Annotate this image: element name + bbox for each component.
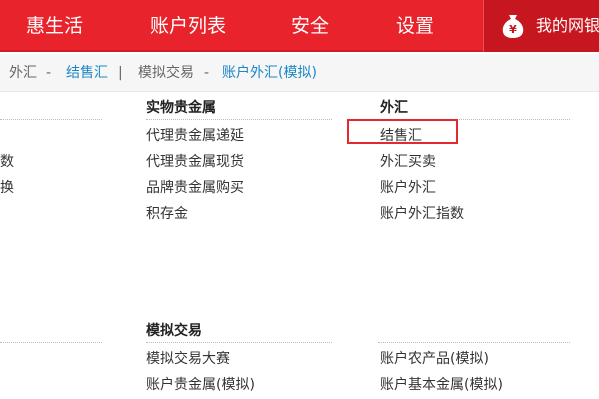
section-heading-forex: 外汇 <box>380 100 408 116</box>
divider <box>378 342 570 343</box>
menu-item-account-forex-index[interactable]: 账户外汇指数 <box>380 203 464 223</box>
breadcrumb-account-forex-sim[interactable]: 账户外汇(模拟) <box>222 54 317 92</box>
breadcrumb-forex[interactable]: 外汇 <box>9 54 37 92</box>
menu-item-gold-accumulation[interactable]: 积存金 <box>146 203 188 223</box>
breadcrumb-divider: | <box>118 65 123 81</box>
highlight-box <box>347 119 458 144</box>
divider <box>146 342 332 343</box>
svg-text:¥: ¥ <box>509 23 517 36</box>
left-menu-item-partial[interactable]: 换 <box>0 177 14 197</box>
menu-item-account-agri-sim[interactable]: 账户农产品(模拟) <box>380 348 489 368</box>
nav-item-life[interactable]: 惠生活 <box>26 0 83 52</box>
menu-item-metal-deferred[interactable]: 代理贵金属递延 <box>146 125 244 145</box>
menu-item-brand-metal[interactable]: 品牌贵金属购买 <box>146 177 244 197</box>
left-menu-item-partial[interactable]: 数 <box>0 151 14 171</box>
section-heading-precious-metals: 实物贵金属 <box>146 100 216 116</box>
menu-item-fx-trading[interactable]: 外汇买卖 <box>380 151 436 171</box>
my-online-bank-button[interactable]: ¥ 我的网银 <box>483 0 599 52</box>
menu-item-account-base-metal-sim[interactable]: 账户基本金属(模拟) <box>380 374 503 394</box>
menu-item-metal-spot[interactable]: 代理贵金属现货 <box>146 151 244 171</box>
breadcrumb: 外汇 - 结售汇 | 模拟交易 - 账户外汇(模拟) <box>0 54 599 92</box>
divider <box>0 342 102 343</box>
breadcrumb-fx-settlement[interactable]: 结售汇 <box>66 54 108 92</box>
menu-item-simulation-contest[interactable]: 模拟交易大赛 <box>146 348 230 368</box>
divider <box>0 119 102 120</box>
top-nav-bar: 惠生活 账户列表 安全 设置 ¥ 我的网银 <box>0 0 599 52</box>
my-online-bank-label: 我的网银 <box>536 16 599 35</box>
money-bag-icon: ¥ <box>502 15 524 38</box>
nav-item-accounts[interactable]: 账户列表 <box>150 0 226 52</box>
menu-item-account-forex[interactable]: 账户外汇 <box>380 177 436 197</box>
nav-item-security[interactable]: 安全 <box>291 0 329 52</box>
breadcrumb-separator: - <box>204 65 210 81</box>
menu-item-account-metal-sim[interactable]: 账户贵金属(模拟) <box>146 374 255 394</box>
breadcrumb-separator: - <box>46 65 52 81</box>
breadcrumb-simulation[interactable]: 模拟交易 <box>138 54 194 92</box>
nav-item-settings[interactable]: 设置 <box>396 0 434 52</box>
section-heading-simulation: 模拟交易 <box>146 323 202 339</box>
divider <box>146 119 332 120</box>
